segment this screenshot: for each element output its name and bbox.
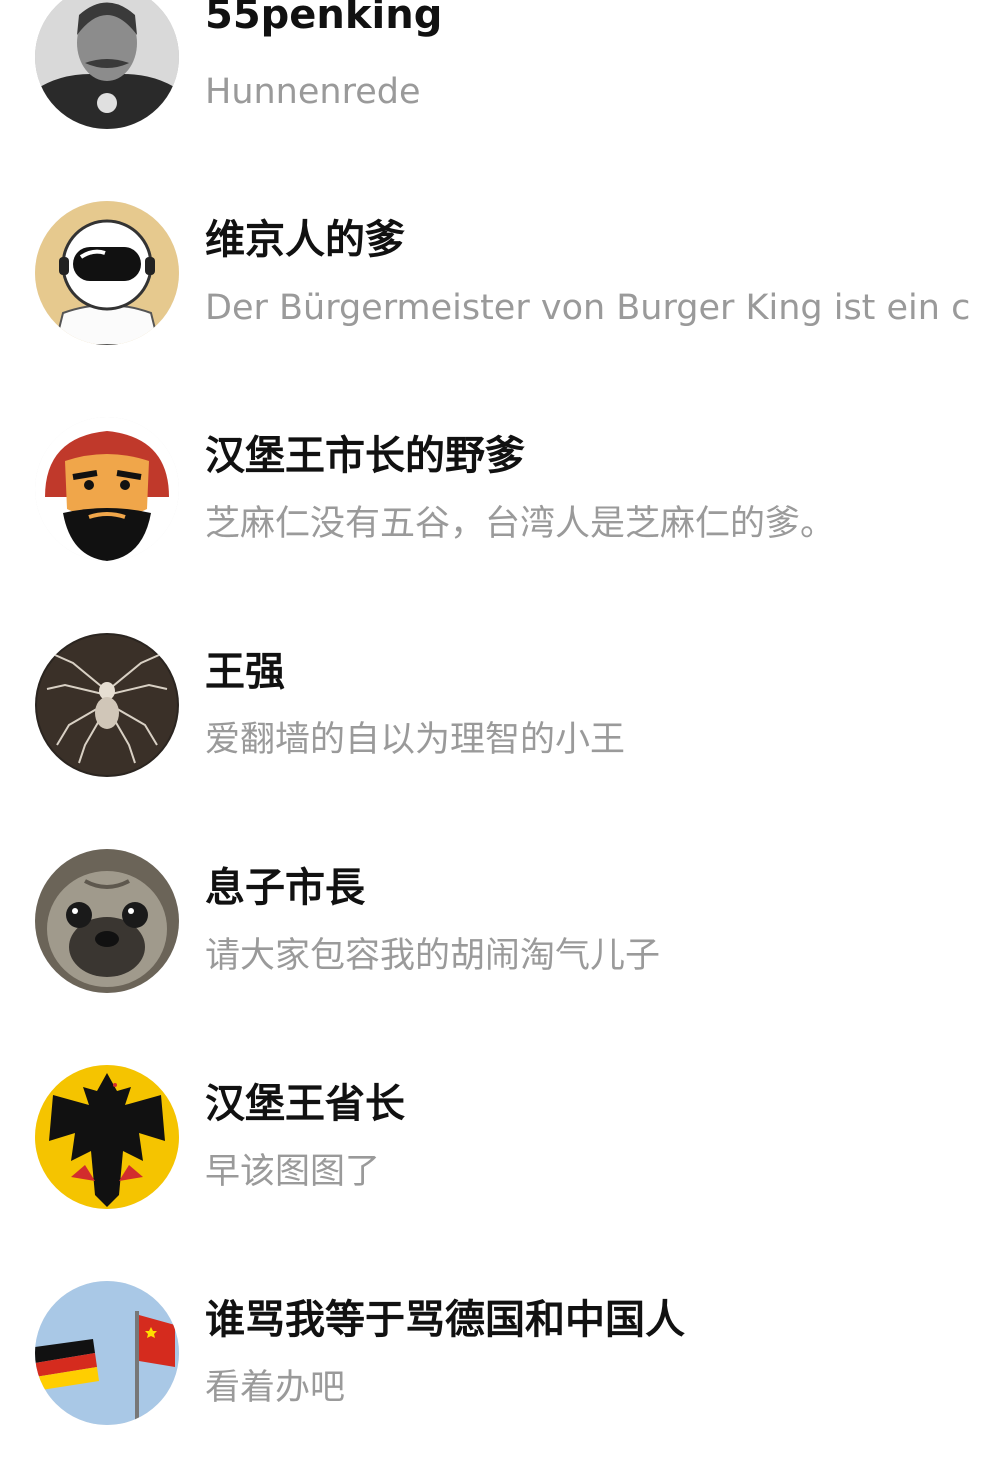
contact-signature: Hunnenrede (205, 72, 421, 112)
contact-list: 55penking Hunnenrede 维京人的爹 Der Bürgermei… (0, 0, 984, 1431)
contact-name: 息子市長 (205, 865, 365, 911)
contact-row[interactable]: 汉堡王省长 早该图图了 (0, 1065, 984, 1255)
contact-signature: 请大家包容我的胡闹淘气儿子 (205, 936, 661, 976)
contact-name: 55penking (205, 0, 443, 38)
contact-name: 王强 (205, 649, 285, 695)
eagle-emblem-avatar (35, 1065, 179, 1209)
contact-signature: 看着办吧 (205, 1368, 346, 1408)
contact-name: 汉堡王省长 (205, 1081, 405, 1127)
astronaut-avatar (35, 201, 179, 345)
contact-name: 谁骂我等于骂德国和中国人 (205, 1297, 685, 1343)
portrait-avatar (35, 0, 179, 129)
contact-signature: 早该图图了 (205, 1152, 381, 1192)
contact-row[interactable]: 汉堡王市长的野爹 芝麻仁没有五谷，台湾人是芝麻仁的爹。 (0, 417, 984, 607)
contact-row[interactable]: 王强 爱翻墙的自以为理智的小王 (0, 633, 984, 823)
contact-signature: Der Bürgermeister von Burger King ist ei… (205, 288, 971, 328)
spider-avatar (35, 633, 179, 777)
contact-signature: 爱翻墙的自以为理智的小王 (205, 720, 626, 760)
contact-row[interactable]: 息子市長 请大家包容我的胡闹淘气儿子 (0, 849, 984, 1039)
pug-avatar (35, 849, 179, 993)
contact-row[interactable]: 55penking Hunnenrede (0, 0, 984, 175)
contact-signature: 芝麻仁没有五谷，台湾人是芝麻仁的爹。 (205, 504, 836, 544)
contact-row[interactable]: 谁骂我等于骂德国和中国人 看着办吧 (0, 1281, 984, 1471)
contact-row[interactable]: 维京人的爹 Der Bürgermeister von Burger King … (0, 201, 984, 391)
flags-avatar (35, 1281, 179, 1425)
contact-name: 汉堡王市长的野爹 (205, 433, 525, 479)
opera-mask-avatar (35, 417, 179, 561)
contact-name: 维京人的爹 (205, 217, 405, 263)
